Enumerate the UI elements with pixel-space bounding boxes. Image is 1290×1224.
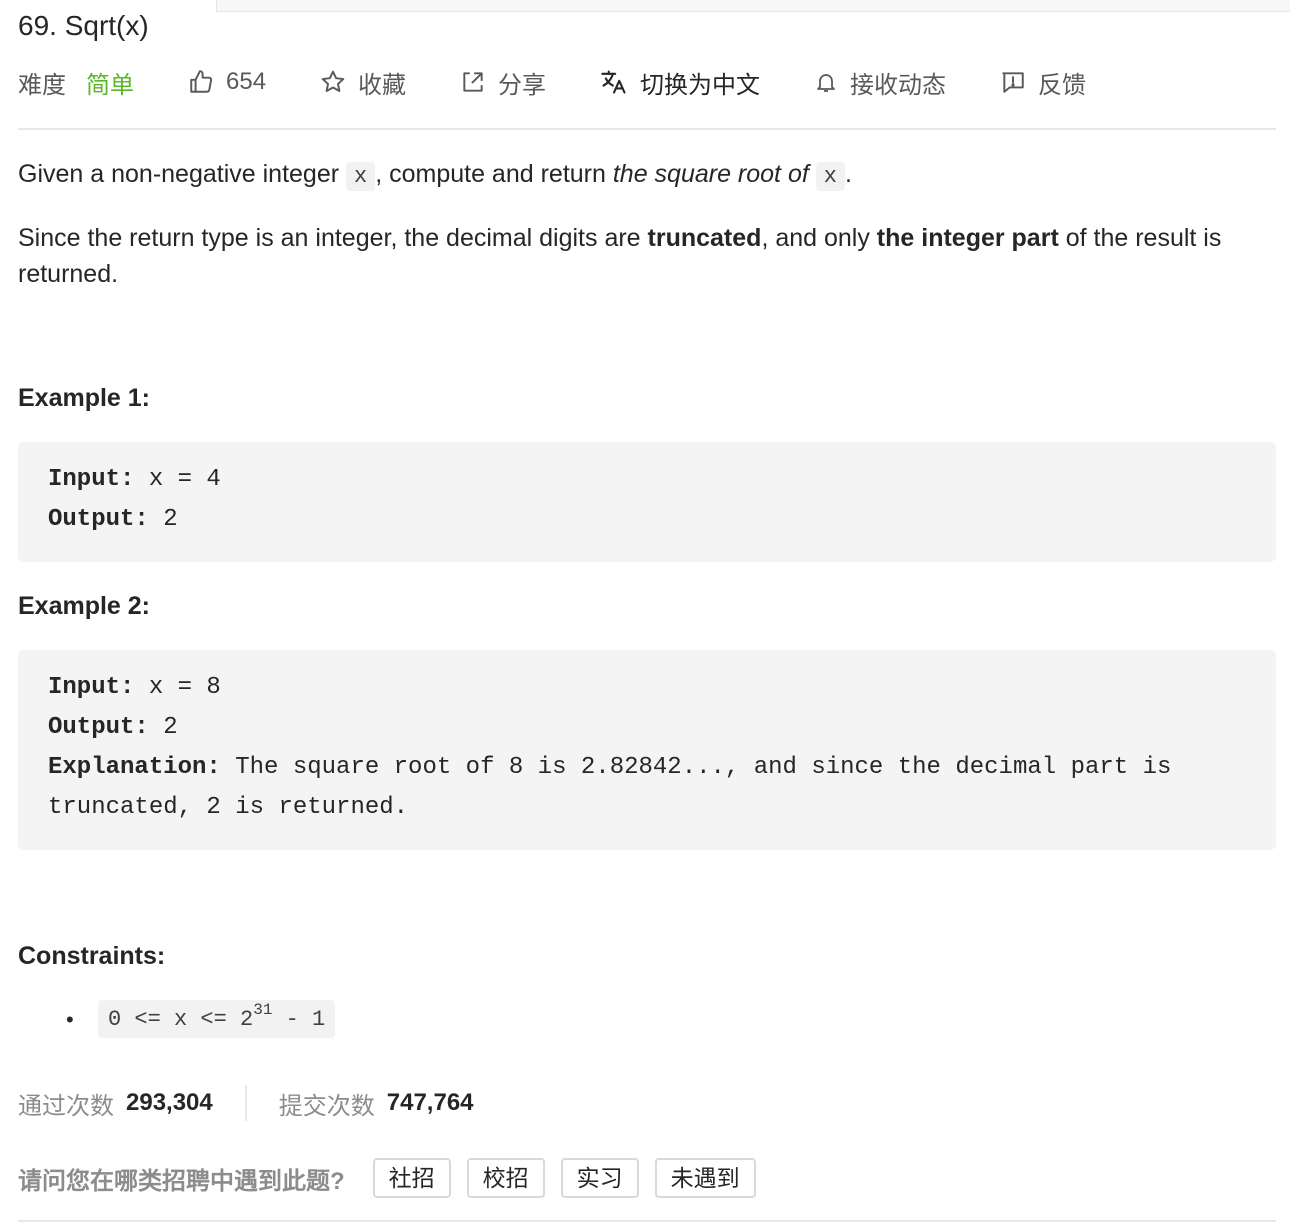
thumbs-up-icon — [190, 70, 213, 93]
constraint-exponent: 31 — [253, 1001, 273, 1019]
inline-code: x — [346, 162, 376, 191]
like-count: 654 — [226, 68, 267, 95]
constraint-item: 0 <= x <= 231 - 1 — [98, 1000, 336, 1038]
difficulty-value: 简单 — [86, 71, 134, 99]
bold-text: the integer part — [876, 224, 1059, 252]
survey-question: 请问您在哪类招聘中遇到此题? — [18, 1167, 345, 1195]
submissions-value: 747,764 — [386, 1089, 474, 1116]
stats-bar: 通过次数 293,304 提交次数 747,764 — [18, 1085, 474, 1121]
example-1-block: Input: x = 4 Output: 2 — [18, 442, 1276, 562]
text: Since the return type is an integer, the… — [18, 224, 648, 252]
feedback-button[interactable]: 反馈 — [1000, 65, 1086, 100]
favorite-label: 收藏 — [358, 71, 407, 99]
output-value: 2 — [148, 714, 178, 741]
text: Given a non-negative integer — [18, 160, 346, 188]
recruitment-survey: 请问您在哪类招聘中遇到此题? 社招 校招 实习 未遇到 — [18, 1158, 772, 1198]
explanation-key: Explanation: — [48, 754, 221, 781]
inline-code: x — [815, 162, 845, 191]
bold-text: truncated — [647, 224, 762, 252]
input-key: Input: — [48, 674, 135, 701]
example-2-output-line: Output: 2 — [48, 708, 1246, 748]
divider — [18, 1220, 1276, 1222]
description-paragraph-1: Given a non-negative integer x, compute … — [18, 156, 1268, 195]
like-button[interactable]: 654 — [188, 68, 266, 96]
favorite-button[interactable]: 收藏 — [320, 65, 406, 100]
description-paragraph-2: Since the return type is an integer, the… — [18, 220, 1268, 292]
submissions-label: 提交次数 — [278, 1092, 375, 1120]
subscribe-label: 接收动态 — [850, 71, 947, 99]
text: , compute and return — [375, 160, 613, 188]
share-button[interactable]: 分享 — [460, 65, 546, 100]
feedback-label: 反馈 — [1038, 71, 1087, 99]
difficulty-label: 难度 — [18, 71, 66, 99]
output-key: Output: — [48, 506, 149, 533]
text: , and only — [761, 224, 877, 252]
example-2-heading: Example 2: — [18, 592, 151, 620]
example-2-explanation: Explanation: The square root of 8 is 2.8… — [48, 748, 1246, 828]
bullet-dot: • — [66, 1007, 74, 1032]
emphasis-text: the square root of — [612, 160, 809, 188]
constraints-heading: Constraints: — [18, 942, 166, 970]
feedback-icon — [1002, 72, 1024, 93]
survey-option-internship[interactable]: 实习 — [560, 1158, 639, 1198]
example-2-input-line: Input: x = 8 — [48, 668, 1246, 708]
translate-icon — [601, 70, 626, 94]
accepted-label: 通过次数 — [18, 1092, 114, 1120]
output-key: Output: — [48, 714, 149, 741]
top-tab-strip — [216, 0, 1290, 12]
example-1-input-line: Input: x = 4 — [48, 460, 1246, 500]
bell-icon — [817, 74, 835, 92]
survey-option-social-recruitment[interactable]: 社招 — [372, 1158, 451, 1198]
divider — [18, 128, 1276, 130]
input-key: Input: — [48, 466, 135, 493]
problem-toolbar: 难度 简单 654 收藏 分享 切换为中文 接收动态 反馈 — [18, 62, 1140, 102]
constraint-text: 0 <= x <= 2 — [108, 1007, 254, 1032]
input-value: x = 4 — [134, 466, 221, 493]
share-label: 分享 — [498, 71, 547, 99]
accepted-value: 293,304 — [126, 1089, 213, 1116]
survey-option-not-encountered[interactable]: 未遇到 — [654, 1158, 756, 1198]
constraint-text: - 1 — [272, 1007, 326, 1032]
switch-language-button[interactable]: 切换为中文 — [600, 65, 760, 100]
example-1-heading: Example 1: — [18, 384, 151, 412]
stats-divider — [244, 1085, 247, 1121]
example-2-block: Input: x = 8 Output: 2 Explanation: The … — [18, 650, 1276, 850]
share-icon — [463, 72, 483, 92]
survey-option-campus-recruitment[interactable]: 校招 — [466, 1158, 545, 1198]
switch-language-label: 切换为中文 — [640, 71, 761, 99]
problem-title: 69. Sqrt(x) — [18, 10, 149, 41]
output-value: 2 — [148, 506, 178, 533]
example-1-output-line: Output: 2 — [48, 500, 1246, 540]
subscribe-button[interactable]: 接收动态 — [814, 65, 946, 100]
star-icon — [321, 70, 345, 92]
text: . — [844, 160, 852, 188]
input-value: x = 8 — [134, 674, 221, 701]
